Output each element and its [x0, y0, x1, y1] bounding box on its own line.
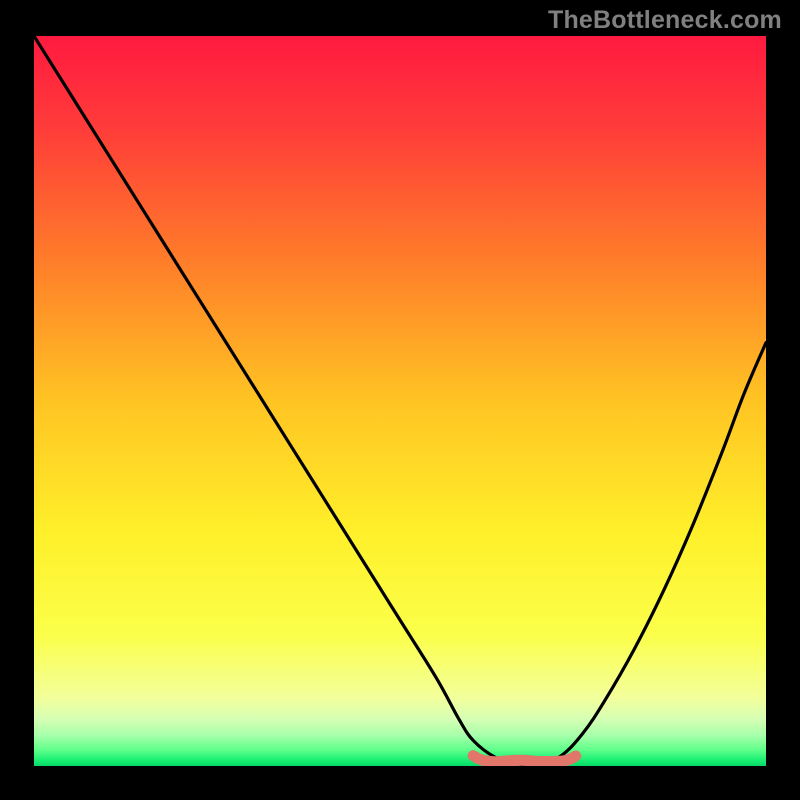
chart-frame: TheBottleneck.com	[0, 0, 800, 800]
optimal-region-marker	[473, 756, 575, 762]
watermark-text: TheBottleneck.com	[548, 6, 782, 35]
gradient-background	[34, 36, 766, 766]
chart-svg	[34, 36, 766, 766]
plot-area	[34, 36, 766, 766]
